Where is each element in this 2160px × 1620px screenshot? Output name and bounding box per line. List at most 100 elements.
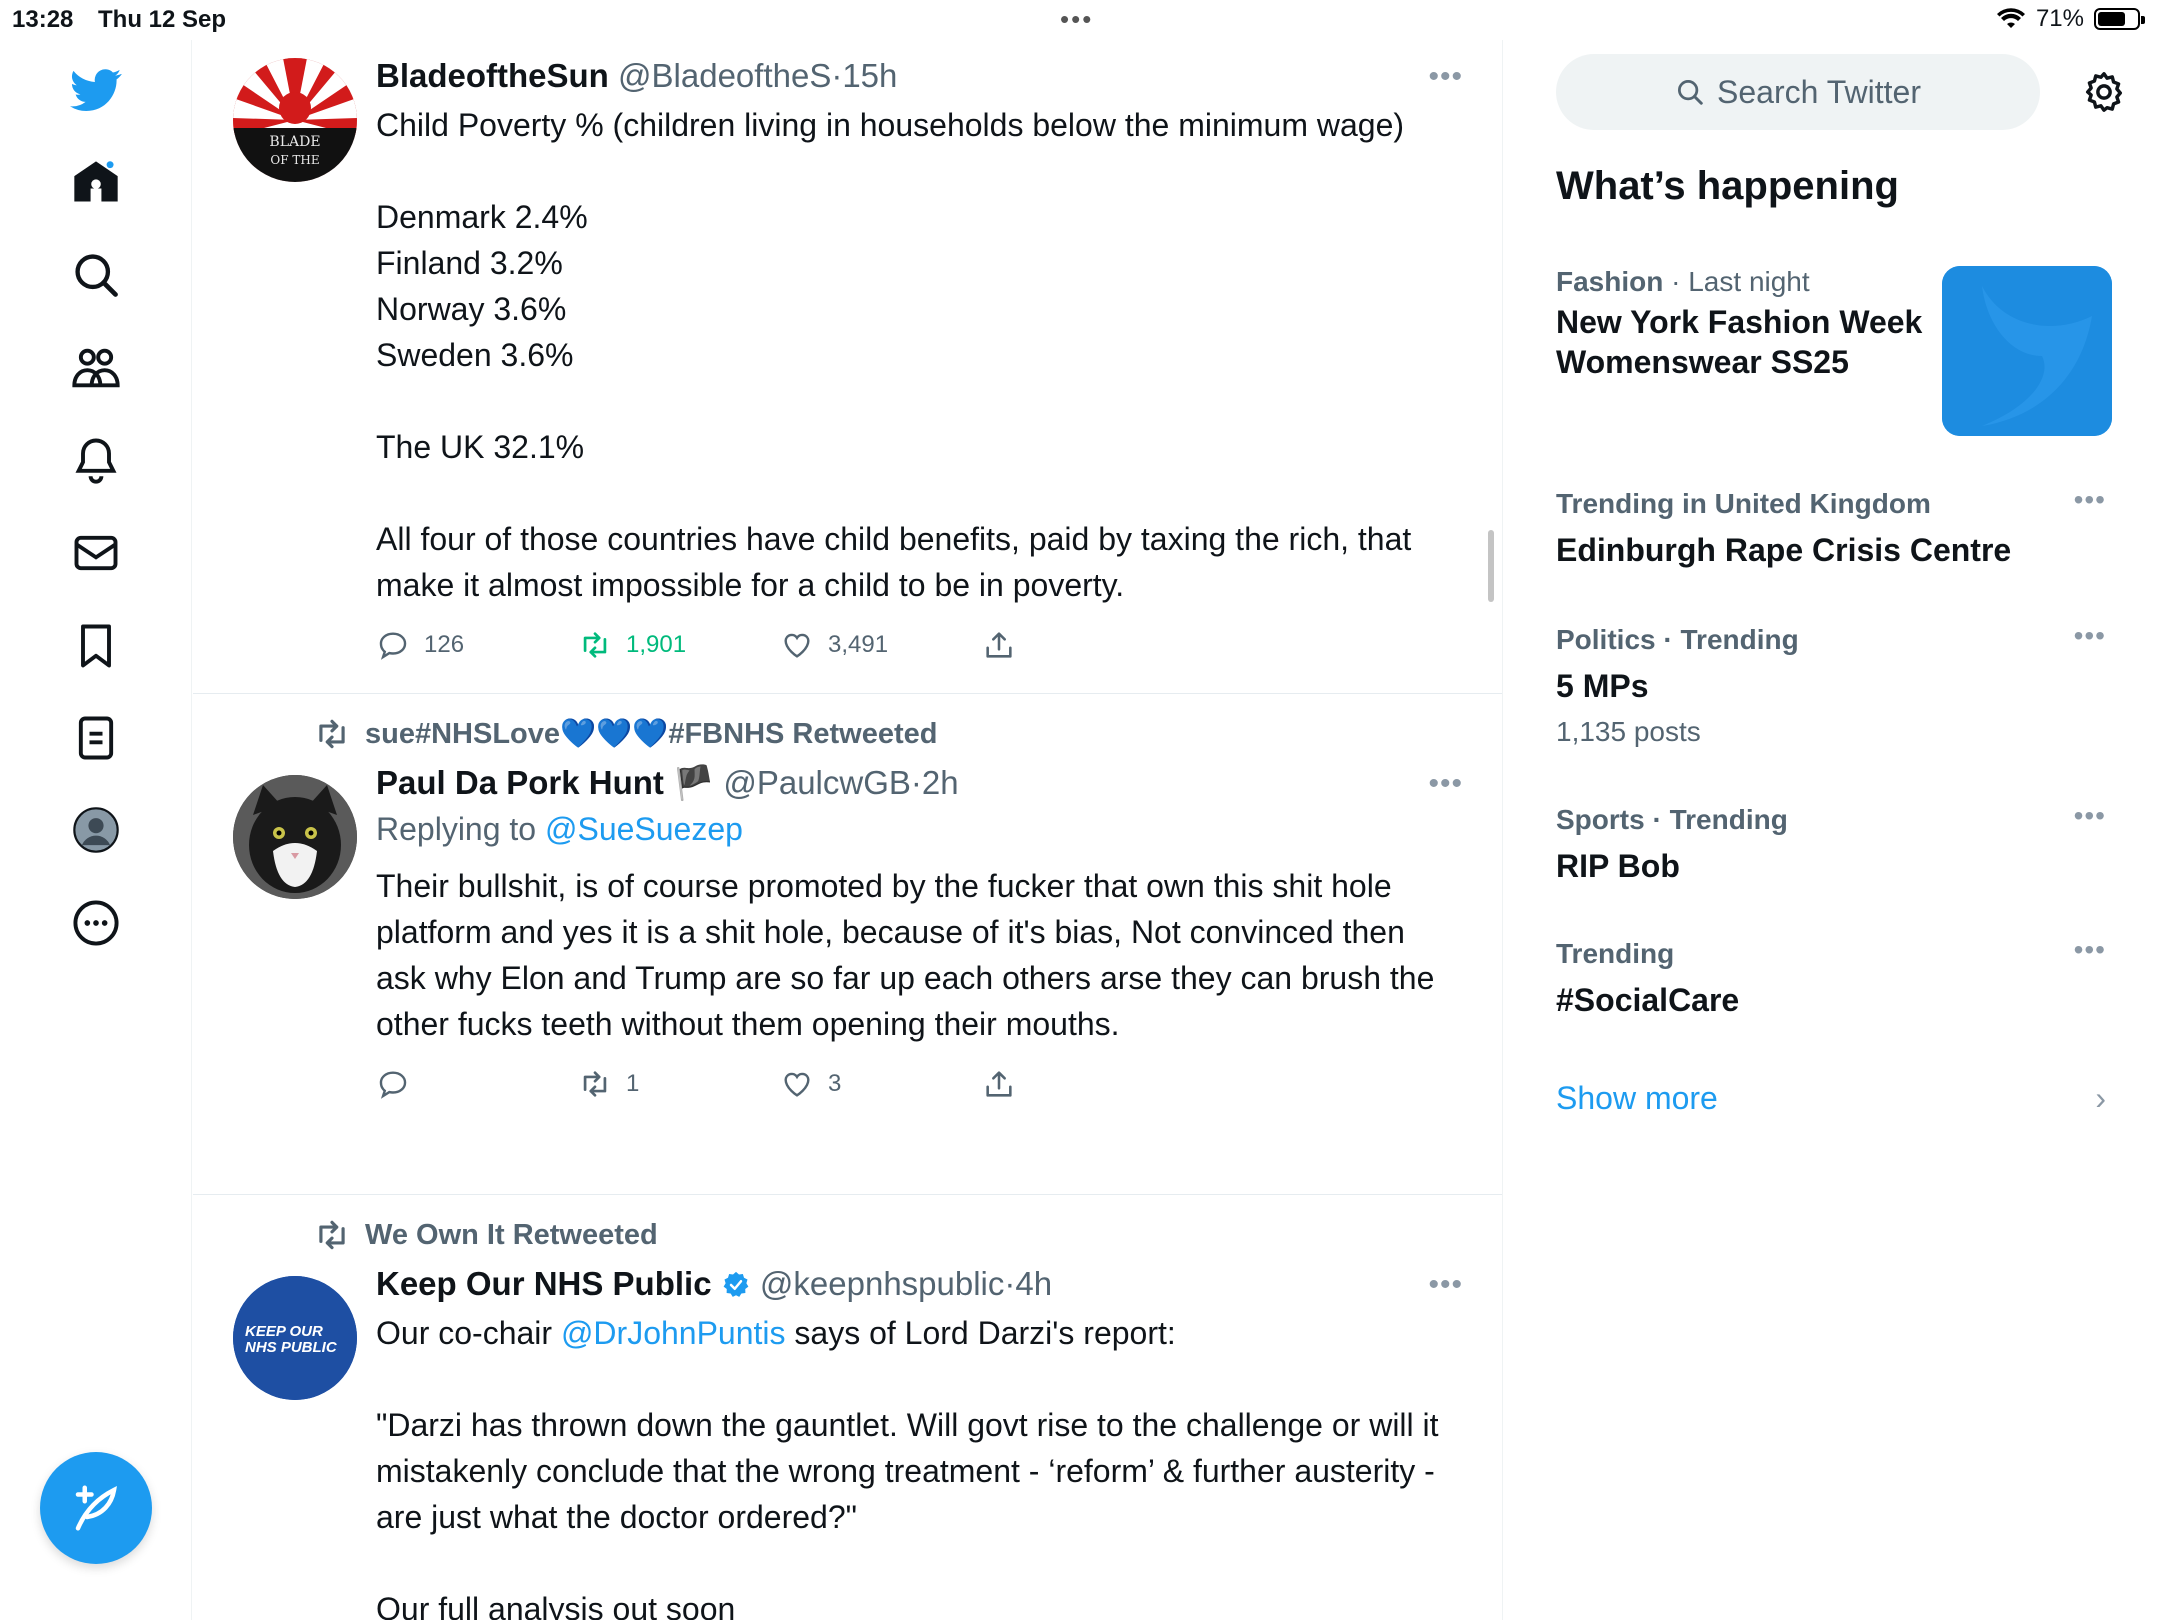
author-name[interactable]: Keep Our NHS Public (376, 1265, 712, 1302)
separator-dot: · (910, 764, 922, 801)
trend-title: Edinburgh Rape Crisis Centre (1556, 532, 2012, 568)
nav-profile[interactable] (66, 800, 126, 860)
reply-button[interactable] (376, 1067, 578, 1101)
avatar[interactable] (233, 775, 357, 899)
trend-item[interactable]: Sports · Trending RIP Bob ••• (1556, 800, 2106, 886)
author-handle[interactable]: @BladeoftheS (618, 57, 831, 94)
twitter-bird-image (1942, 266, 2112, 436)
trend-title: RIP Bob (1556, 848, 1680, 884)
trend-item[interactable]: Politics · Trending 5 MPs 1,135 posts ••… (1556, 620, 2106, 752)
nav-more[interactable] (66, 893, 126, 953)
tweet-more-icon[interactable]: ••• (1428, 1268, 1463, 1302)
replying-to-label: Replying to (376, 811, 537, 847)
like-count: 3,491 (828, 631, 889, 658)
share-icon (986, 632, 1012, 658)
show-more-link[interactable]: Show more › (1556, 1080, 2106, 1117)
trend-category: Fashion (1556, 266, 1664, 297)
left-nav (0, 40, 192, 1620)
trend-item[interactable]: Trending #SocialCare ••• (1556, 934, 2106, 1020)
separator-dot: · (1671, 266, 1681, 297)
tweet-more-icon[interactable]: ••• (1428, 60, 1463, 94)
retweet-icon (583, 1071, 607, 1097)
avatar[interactable]: BLADE OF THE (233, 58, 357, 182)
tweet[interactable]: BLADE OF THE BladeoftheSun @BladeoftheS·… (193, 40, 1502, 694)
author-handle[interactable]: @keepnhspublic (760, 1265, 1005, 1302)
like-button[interactable]: 3,491 (780, 628, 982, 662)
retweet-icon (319, 1220, 345, 1250)
trend-category: Trending in United Kingdom (1556, 488, 1931, 519)
tweet-more-icon[interactable]: ••• (1428, 767, 1463, 801)
tweet[interactable]: We Own It Retweeted KEEP OUR NHS PUBLIC … (193, 1196, 1502, 1620)
author-name[interactable]: BladeoftheSun (376, 57, 609, 94)
like-count: 3 (828, 1070, 842, 1097)
replying-to-handle[interactable]: @SueSuezep (545, 811, 743, 847)
author-handle[interactable]: @PaulcwGB (723, 764, 911, 801)
trend-more-icon[interactable]: ••• (2074, 800, 2106, 832)
trend-context: Last night (1688, 266, 1810, 297)
reply-button[interactable]: 126 (376, 628, 578, 662)
like-button[interactable]: 3 (780, 1067, 982, 1101)
trend-title: #SocialCare (1556, 982, 1740, 1018)
tweet-time[interactable]: 4h (1015, 1265, 1052, 1302)
nav-lists[interactable] (66, 708, 126, 768)
battery-percent: 71% (2035, 5, 2084, 32)
trend-item[interactable]: Fashion · Last night New York Fashion We… (1556, 262, 1936, 382)
separator-dot: · (1652, 804, 1662, 835)
trend-title: 5 MPs (1556, 668, 1649, 704)
retweet-button[interactable]: 1 (578, 1067, 780, 1101)
scrollbar-thumb[interactable] (1488, 530, 1494, 602)
avatar[interactable]: KEEP OUR NHS PUBLIC (233, 1276, 357, 1400)
trend-context: Trending (1669, 804, 1788, 835)
tweet-body: Keep Our NHS Public @keepnhspublic·4h Ou… (376, 1262, 1463, 1620)
separator-dot: · (831, 57, 843, 94)
nav-communities[interactable] (66, 338, 126, 398)
home-icon (74, 161, 118, 202)
status-time: 13:28 (12, 6, 74, 33)
avatar-logo-text: BLADE (269, 134, 320, 150)
svg-text:NHS PUBLIC: NHS PUBLIC (245, 1339, 338, 1356)
gear-icon (2085, 72, 2123, 112)
tweet-body: Paul Da Pork Hunt 🏴 @PaulcwGB·2h Replyin… (376, 761, 1463, 1107)
trend-item[interactable]: Trending in United Kingdom Edinburgh Rap… (1556, 484, 2106, 570)
svg-text:OF THE: OF THE (270, 153, 319, 167)
search-placeholder: Search Twitter (1717, 73, 1921, 110)
trend-post-count: 1,135 posts (1556, 716, 1701, 747)
trend-more-icon[interactable]: ••• (2074, 620, 2106, 652)
nav-explore[interactable] (66, 245, 126, 305)
verified-badge-icon (723, 1271, 749, 1297)
battery-fill (2098, 12, 2125, 26)
tweet-text: Child Poverty % (children living in hous… (376, 107, 1412, 603)
compose-tweet-button[interactable] (40, 1452, 152, 1564)
tweet[interactable]: sue#NHSLove💙💙💙#FBNHS Retweeted Paul Da P… (193, 695, 1502, 1195)
nav-bookmarks[interactable] (66, 616, 126, 676)
retweeted-by-text[interactable]: We Own It Retweeted (365, 1219, 658, 1252)
nav-notifications[interactable] (66, 430, 126, 490)
multitasking-dots-icon[interactable]: ••• (1060, 4, 1093, 35)
whats-happening-title: What’s happening (1556, 164, 1899, 208)
status-bar: 13:28 Thu 12 Sep ••• 71% (0, 0, 2160, 40)
trend-category: Trending (1556, 938, 1675, 969)
status-date: Thu 12 Sep (98, 6, 227, 33)
twitter-logo-icon[interactable] (66, 60, 126, 120)
trend-thumbnail[interactable] (1942, 266, 2112, 436)
share-button[interactable] (982, 1067, 1184, 1101)
tweet-time[interactable]: 2h (922, 764, 959, 801)
retweet-button[interactable]: 1,901 (578, 628, 780, 662)
trend-category: Sports (1556, 804, 1645, 835)
tweet-header: BladeoftheSun @BladeoftheS·15h (376, 54, 1463, 98)
tweet-time[interactable]: 15h (842, 57, 897, 94)
trend-more-icon[interactable]: ••• (2074, 484, 2106, 516)
search-input[interactable]: Search Twitter (1556, 54, 2040, 130)
nav-messages[interactable] (66, 523, 126, 583)
trend-title: New York Fashion Week Womenswear SS25 (1556, 304, 1923, 380)
retweeted-by-line: We Own It Retweeted (313, 1216, 658, 1254)
status-indicators: 71% (1996, 5, 2145, 33)
reply-icon (379, 1071, 407, 1099)
share-button[interactable] (982, 628, 1184, 662)
tweet-mention-link[interactable]: @DrJohnPuntis (561, 1315, 786, 1351)
retweeted-by-text[interactable]: sue#NHSLove💙💙💙#FBNHS Retweeted (365, 717, 937, 751)
author-name[interactable]: Paul Da Pork Hunt (376, 764, 664, 801)
nav-home[interactable] (66, 152, 126, 212)
trend-more-icon[interactable]: ••• (2074, 934, 2106, 966)
settings-button[interactable] (2074, 62, 2134, 122)
